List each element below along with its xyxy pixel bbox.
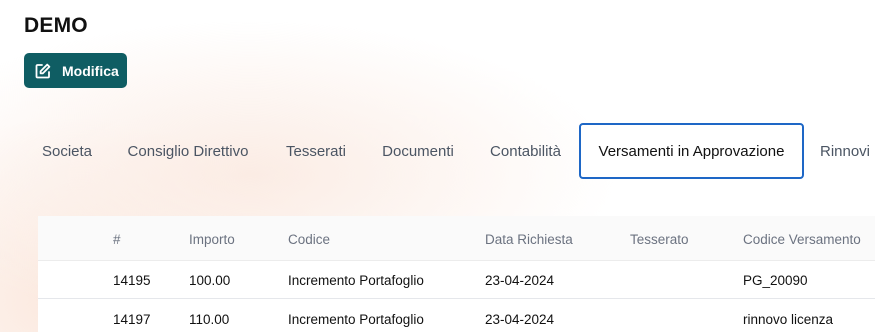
- column-header-id: #: [113, 232, 121, 247]
- tab-contabilita[interactable]: Contabilità: [487, 123, 564, 179]
- tab-versamenti-in-approvazione[interactable]: Versamenti in Approvazione: [579, 123, 804, 179]
- column-header-codice: Codice: [288, 232, 331, 247]
- tab-documenti[interactable]: Documenti: [380, 123, 456, 179]
- cell-id: 14195: [113, 273, 151, 288]
- edit-icon: [35, 63, 51, 79]
- column-header-importo: Importo: [189, 232, 235, 247]
- cell-codice-versamento: rinnovo licenza: [743, 312, 834, 327]
- column-header-tesserato: Tesserato: [630, 232, 689, 247]
- versamenti-table: # Importo Codice Data Richiesta Tesserat…: [38, 216, 875, 332]
- tab-consiglio-direttivo[interactable]: Consiglio Direttivo: [124, 123, 252, 179]
- cell-importo: 100.00: [189, 273, 231, 288]
- table-row[interactable]: 14197 110.00 Incremento Portafoglio 23-0…: [38, 300, 875, 332]
- tab-societa[interactable]: Societa: [40, 123, 94, 179]
- edit-button[interactable]: Modifica: [24, 53, 127, 88]
- edit-button-label: Modifica: [62, 62, 119, 79]
- tab-tesserati[interactable]: Tesserati: [283, 123, 349, 179]
- cell-data-richiesta: 23-04-2024: [485, 312, 555, 327]
- tab-bar: Societa Consiglio Direttivo Tesserati Do…: [0, 123, 875, 179]
- table-row[interactable]: 14195 100.00 Incremento Portafoglio 23-0…: [38, 261, 875, 299]
- cell-data-richiesta: 23-04-2024: [485, 273, 555, 288]
- table-header: # Importo Codice Data Richiesta Tesserat…: [38, 216, 875, 261]
- column-header-data-richiesta: Data Richiesta: [485, 232, 573, 247]
- cell-id: 14197: [113, 312, 151, 327]
- cell-importo: 110.00: [189, 312, 230, 327]
- tab-rinnovi[interactable]: Rinnovi: [818, 123, 872, 179]
- cell-codice-versamento: PG_20090: [743, 273, 808, 288]
- cell-codice: Incremento Portafoglio: [288, 273, 424, 288]
- column-header-codice-versamento: Codice Versamento: [743, 232, 861, 247]
- cell-codice: Incremento Portafoglio: [288, 312, 424, 327]
- page-title: DEMO: [24, 14, 88, 37]
